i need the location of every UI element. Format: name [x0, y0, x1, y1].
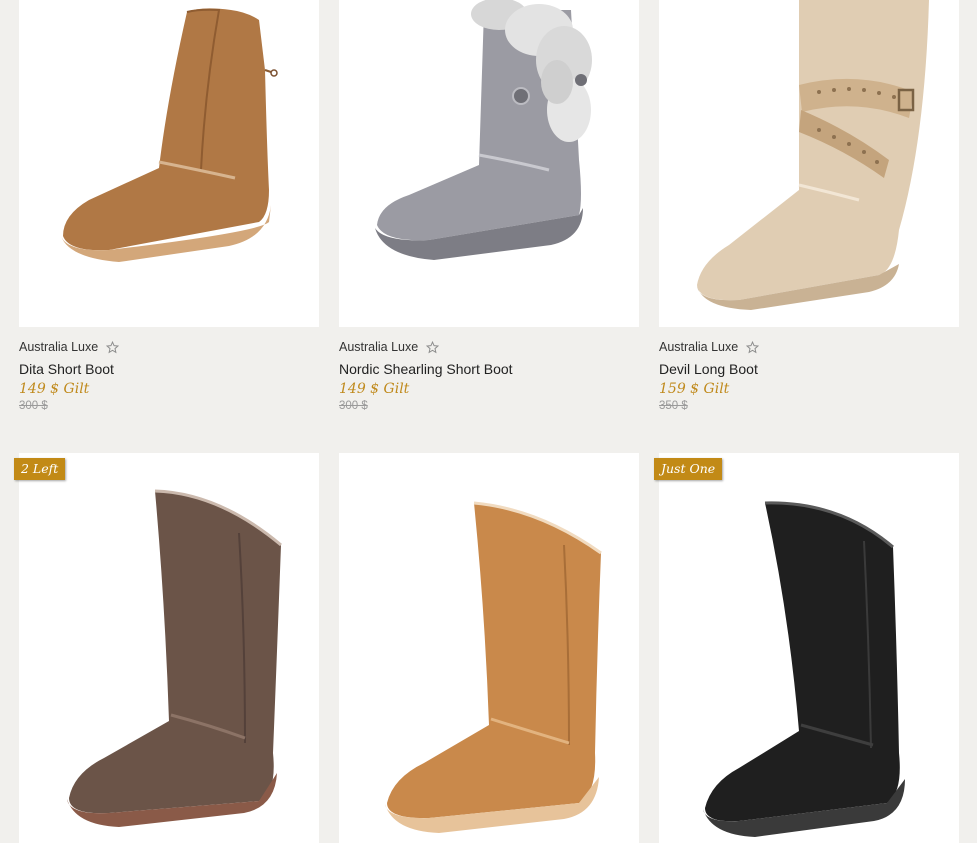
product-card[interactable] — [339, 453, 639, 843]
product-card[interactable]: Australia Luxe Devil Long Boot 159 $ Gil… — [659, 0, 959, 415]
product-name[interactable]: Devil Long Boot — [659, 360, 959, 378]
product-original-price: 350 $ — [659, 400, 688, 412]
product-brand[interactable]: Australia Luxe — [659, 340, 738, 354]
product-name[interactable]: Nordic Shearling Short Boot — [339, 360, 639, 378]
product-brand[interactable]: Australia Luxe — [19, 340, 98, 354]
product-grid: Australia Luxe Dita Short Boot 149 $ Gil… — [0, 0, 977, 843]
product-image[interactable] — [339, 0, 639, 327]
product-card[interactable]: Australia Luxe Dita Short Boot 149 $ Gil… — [19, 0, 319, 415]
product-price: 149 $ Gilt — [19, 381, 90, 397]
product-image[interactable] — [659, 0, 959, 327]
stock-badge: 2 Left — [14, 458, 66, 480]
product-price: 149 $ Gilt — [339, 381, 410, 397]
product-original-price: 300 $ — [339, 400, 368, 412]
star-outline-icon[interactable] — [106, 340, 120, 354]
product-card[interactable]: Just One — [654, 453, 959, 843]
product-image[interactable] — [659, 453, 959, 843]
product-name[interactable]: Dita Short Boot — [19, 360, 319, 378]
star-outline-icon[interactable] — [746, 340, 760, 354]
star-outline-icon[interactable] — [426, 340, 440, 354]
product-brand[interactable]: Australia Luxe — [339, 340, 418, 354]
product-card[interactable]: 2 Left — [14, 453, 319, 843]
product-card[interactable]: Australia Luxe Nordic Shearling Short Bo… — [339, 0, 639, 415]
product-image[interactable] — [19, 0, 319, 327]
product-image[interactable] — [19, 453, 319, 843]
product-image[interactable] — [339, 453, 639, 843]
product-price: 159 $ Gilt — [659, 381, 730, 397]
stock-badge: Just One — [654, 458, 723, 480]
product-original-price: 300 $ — [19, 400, 48, 412]
